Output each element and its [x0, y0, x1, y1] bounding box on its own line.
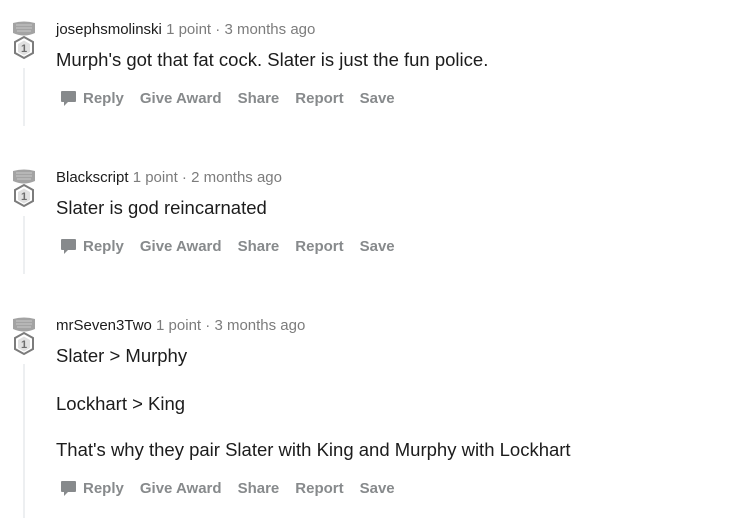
comment-body: mrSeven3Two 1 point · 3 months ago Slate… — [56, 316, 720, 497]
comment-paragraph: Murph's got that fat cock. Slater is jus… — [56, 49, 489, 70]
thread-line[interactable] — [23, 216, 25, 274]
comment-paragraph: That's why they pair Slater with King an… — [56, 439, 571, 460]
share-button[interactable]: Share — [238, 480, 280, 497]
comment-paragraph: Lockhart > King — [56, 393, 186, 414]
timestamp[interactable]: 3 months ago — [224, 21, 315, 38]
author-name[interactable]: josephsmolinski — [56, 21, 162, 38]
svg-text:1: 1 — [21, 43, 27, 55]
thread-line[interactable] — [23, 68, 25, 126]
give-award-button[interactable]: Give Award — [140, 90, 222, 107]
comment-text: Slater > Murphy — [56, 344, 187, 368]
give-award-button[interactable]: Give Award — [140, 238, 222, 255]
comment-text: Murph's got that fat cock. Slater is jus… — [56, 48, 488, 72]
karma-badge-icon[interactable]: 1 — [10, 20, 38, 62]
give-award-button[interactable]: Give Award — [140, 480, 222, 497]
separator-dot: · — [181, 169, 187, 186]
reply-button[interactable]: Reply — [60, 90, 124, 107]
comment: 1 mrSeven3Two 1 point · 3 months ago Sla… — [0, 316, 730, 518]
share-button[interactable]: Share — [238, 238, 280, 255]
comment-text: Slater is god reincarnated — [56, 196, 267, 220]
comment-meta: mrSeven3Two 1 point · 3 months ago — [56, 316, 720, 336]
save-button[interactable]: Save — [360, 238, 395, 255]
timestamp[interactable]: 2 months ago — [191, 169, 282, 186]
comment-paragraph: Slater is god reincarnated — [56, 197, 267, 218]
karma-badge-icon[interactable]: 1 — [10, 168, 38, 210]
comment-actions: Reply Give Award Share Report Save — [60, 234, 411, 258]
comment-meta: josephsmolinski 1 point · 3 months ago — [56, 20, 720, 40]
comment-text: That's why they pair Slater with King an… — [56, 438, 571, 462]
reply-label: Reply — [83, 237, 124, 255]
comment-bubble-icon — [61, 238, 76, 254]
separator-dot: · — [205, 317, 211, 334]
author-name[interactable]: mrSeven3Two — [56, 317, 152, 334]
save-button[interactable]: Save — [360, 480, 395, 497]
points: 1 point — [132, 169, 178, 186]
points: 1 point — [166, 21, 212, 38]
karma-badge-icon[interactable]: 1 — [10, 316, 38, 358]
comment: 1 Blackscript 1 point · 2 months ago Sla… — [0, 168, 730, 278]
points: 1 point — [156, 317, 202, 334]
comment-actions: Reply Give Award Share Report Save — [60, 476, 411, 500]
reply-label: Reply — [83, 89, 124, 107]
report-button[interactable]: Report — [295, 90, 343, 107]
comment-text: Lockhart > King — [56, 392, 185, 416]
timestamp[interactable]: 3 months ago — [214, 317, 305, 334]
comment-paragraph: Slater > Murphy — [56, 345, 188, 366]
comment-body: josephsmolinski 1 point · 3 months ago M… — [56, 20, 720, 107]
reply-label: Reply — [83, 479, 124, 497]
comment-bubble-icon — [61, 90, 76, 106]
author-name[interactable]: Blackscript — [56, 169, 129, 186]
comment-actions: Reply Give Award Share Report Save — [60, 86, 411, 110]
separator-dot: · — [215, 21, 221, 38]
share-button[interactable]: Share — [238, 90, 280, 107]
reply-button[interactable]: Reply — [60, 480, 124, 497]
comment-body: Blackscript 1 point · 2 months ago Slate… — [56, 168, 720, 255]
reply-button[interactable]: Reply — [60, 238, 124, 255]
save-button[interactable]: Save — [360, 90, 395, 107]
report-button[interactable]: Report — [295, 238, 343, 255]
report-button[interactable]: Report — [295, 480, 343, 497]
thread-line[interactable] — [23, 364, 25, 518]
comment-bubble-icon — [61, 480, 76, 496]
svg-text:1: 1 — [21, 191, 27, 203]
svg-text:1: 1 — [21, 339, 27, 351]
comment-meta: Blackscript 1 point · 2 months ago — [56, 168, 720, 188]
comment: 1 josephsmolinski 1 point · 3 months ago… — [0, 20, 730, 130]
